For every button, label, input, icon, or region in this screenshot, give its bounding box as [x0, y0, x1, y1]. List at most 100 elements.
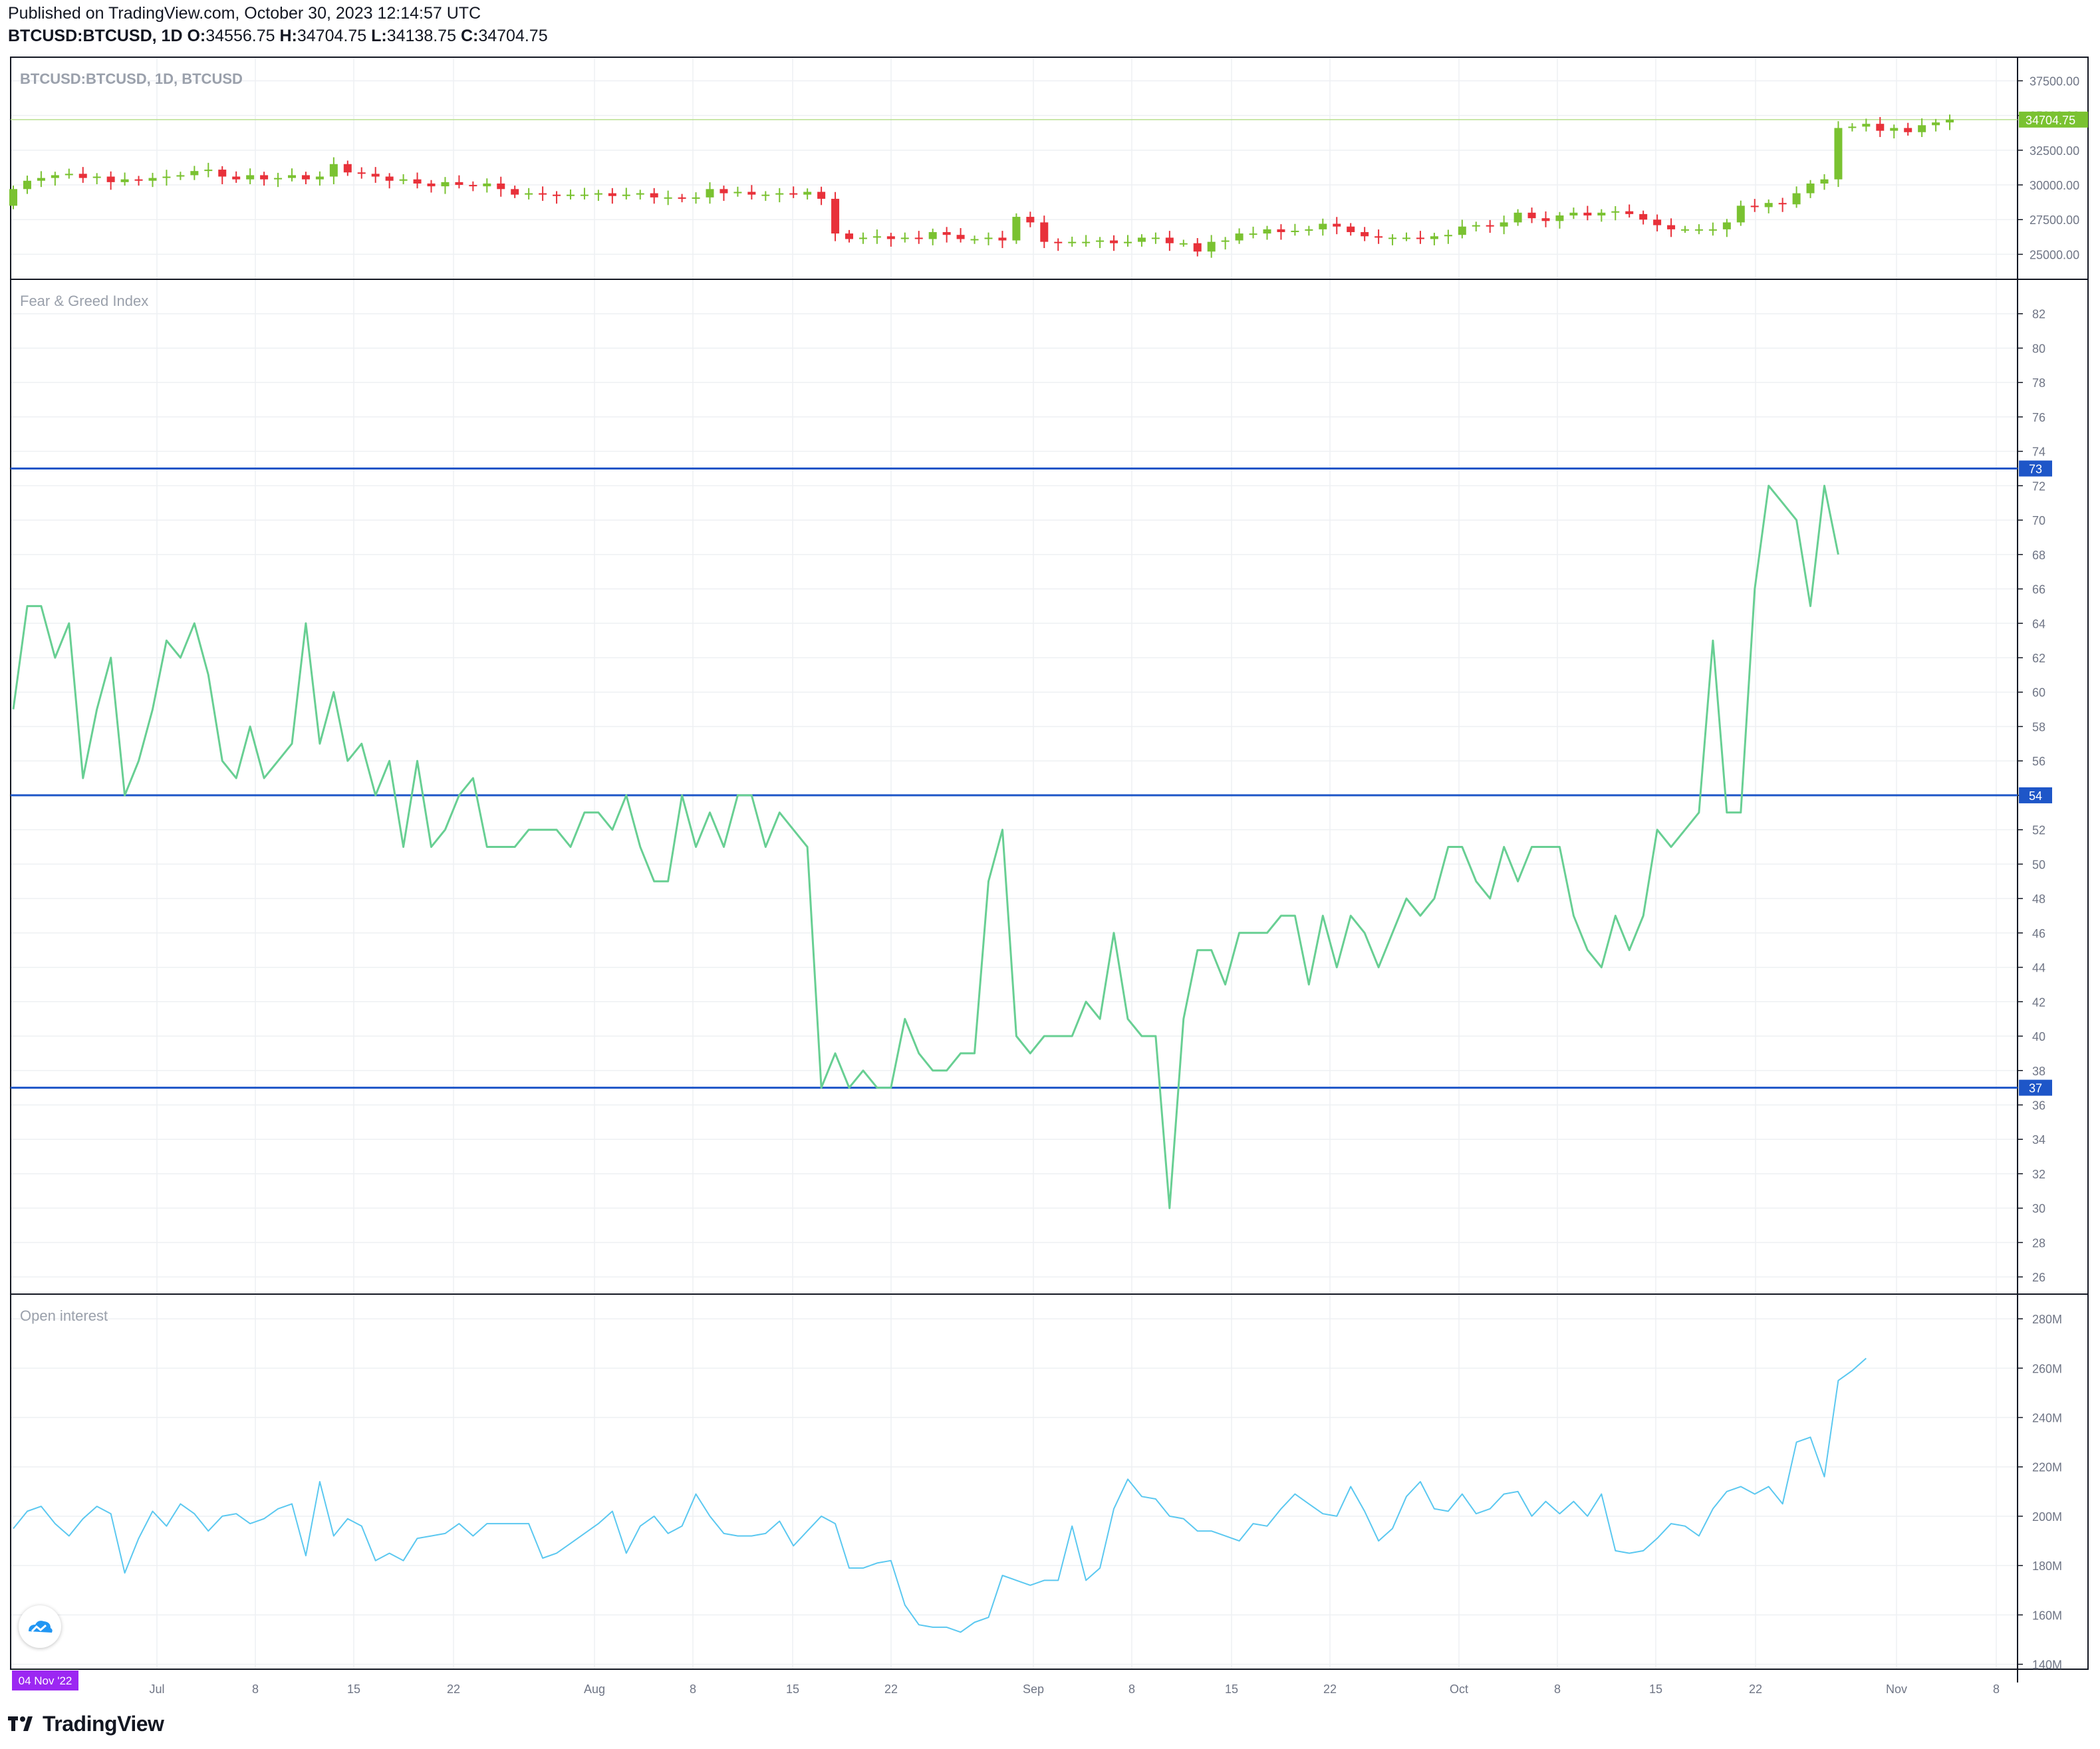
- fear-greed-pane-label: Fear & Greed Index: [20, 293, 149, 309]
- candle-body: [162, 176, 171, 178]
- grid-lines: [11, 57, 2018, 1669]
- candle-body: [608, 193, 616, 196]
- candle-body: [1932, 122, 1940, 126]
- candle-body: [678, 197, 686, 199]
- price-tick-label: 37500.00: [2030, 74, 2079, 88]
- candle-body: [1444, 235, 1452, 237]
- candle-body: [399, 179, 408, 181]
- candle-body: [1305, 229, 1313, 231]
- fng-tick-label: 46: [2032, 927, 2045, 940]
- candle-body: [942, 232, 951, 235]
- candle-body: [1708, 229, 1717, 231]
- open-interest-line: [13, 1357, 1867, 1633]
- close-value: 34704.75: [478, 27, 548, 45]
- candle-body: [1082, 241, 1091, 243]
- tradingview-badge[interactable]: [19, 1605, 61, 1648]
- fng-tick-label: 50: [2032, 858, 2045, 871]
- candle-body: [1722, 222, 1731, 229]
- fng-tick-label: 60: [2032, 686, 2045, 700]
- price-pane-label: BTCUSD:BTCUSD, 1D, BTCUSD: [20, 70, 243, 87]
- candle-body: [1472, 225, 1480, 227]
- time-tick-label: 8: [1993, 1682, 2000, 1696]
- brand[interactable]: TradingView: [8, 1712, 164, 1736]
- time-tick-label: Nov: [1886, 1682, 1907, 1696]
- candle-body: [845, 233, 853, 239]
- candle-body: [1904, 128, 1912, 132]
- candle-body: [1792, 193, 1801, 205]
- candle-body: [956, 235, 965, 239]
- candle-body: [1764, 203, 1773, 207]
- candle-body: [218, 170, 227, 177]
- fng-level-label: 54: [2029, 789, 2042, 803]
- candle-body: [692, 197, 700, 199]
- candle-body: [120, 179, 129, 182]
- candle-body: [1110, 240, 1118, 243]
- candle-body: [1040, 222, 1049, 242]
- time-tick-label: Jul: [149, 1682, 164, 1696]
- candle-body: [1918, 125, 1926, 132]
- price-tick-label: 27500.00: [2030, 213, 2079, 227]
- fng-level-label: 73: [2029, 463, 2042, 476]
- time-tick-label: 22: [447, 1682, 460, 1696]
- symbol-label: BTCUSD:BTCUSD, 1D: [8, 27, 183, 45]
- candle-body: [343, 164, 352, 173]
- candle-body: [385, 176, 394, 181]
- cloud-icon: [29, 1621, 53, 1633]
- open-value: 34556.75: [205, 27, 275, 45]
- candle-body: [1750, 205, 1759, 207]
- candle-body: [1625, 211, 1634, 214]
- fng-tick-label: 38: [2032, 1065, 2045, 1078]
- candle-body: [733, 192, 742, 194]
- candle-body: [1611, 211, 1620, 213]
- candle-body: [1361, 232, 1369, 237]
- candle-body: [789, 193, 798, 195]
- chart-canvas[interactable]: 25000.0027500.0030000.0032500.0035000.00…: [0, 0, 2100, 1749]
- candle-body: [1165, 237, 1174, 243]
- candle-body: [134, 179, 143, 181]
- candle-body: [803, 192, 812, 195]
- candle-body: [1778, 203, 1787, 205]
- candle-body: [1820, 179, 1829, 184]
- fng-tick-label: 72: [2032, 479, 2045, 493]
- fng-tick-label: 68: [2032, 549, 2045, 562]
- candle-body: [371, 174, 380, 177]
- candle-body: [1054, 241, 1063, 243]
- candle-body: [594, 193, 602, 195]
- candle-body: [92, 176, 101, 178]
- candle-body: [1193, 243, 1202, 252]
- candle-body: [1597, 212, 1606, 215]
- time-tick-label: Oct: [1450, 1682, 1468, 1696]
- candle-body: [1946, 119, 1954, 123]
- candle-body: [1068, 241, 1077, 243]
- candle-body: [1569, 212, 1578, 215]
- candle-body: [720, 189, 728, 194]
- candle-body: [483, 183, 491, 187]
- candle-body: [1736, 205, 1745, 223]
- candle-body: [455, 182, 463, 186]
- time-tick-label: 15: [1649, 1682, 1662, 1696]
- candle-body: [329, 164, 338, 177]
- candle-body: [775, 193, 784, 195]
- candle-body: [1137, 237, 1146, 242]
- oi-tick-label: 280M: [2032, 1313, 2062, 1326]
- candle-body: [539, 193, 547, 195]
- candle-body: [1375, 236, 1383, 238]
- candle-body: [1486, 225, 1494, 227]
- candle-body: [1416, 237, 1424, 239]
- fng-tick-label: 74: [2032, 446, 2045, 459]
- open-interest-pane-label: Open interest: [20, 1307, 108, 1324]
- candle-body: [1096, 240, 1105, 242]
- candle-body: [78, 174, 87, 178]
- candle-body: [274, 178, 283, 180]
- fng-tick-label: 28: [2032, 1236, 2045, 1250]
- price-tick-label: 32500.00: [2030, 144, 2079, 158]
- fng-tick-label: 30: [2032, 1202, 2045, 1216]
- candle-body: [1527, 212, 1536, 219]
- candle-body: [1862, 124, 1871, 127]
- candle-body: [1249, 233, 1257, 235]
- fng-level-label: 37: [2029, 1082, 2042, 1095]
- last-price-badge-label: 34704.75: [2026, 114, 2075, 127]
- candle-body: [1263, 229, 1271, 234]
- fng-tick-label: 34: [2032, 1133, 2045, 1146]
- fng-tick-label: 76: [2032, 411, 2045, 424]
